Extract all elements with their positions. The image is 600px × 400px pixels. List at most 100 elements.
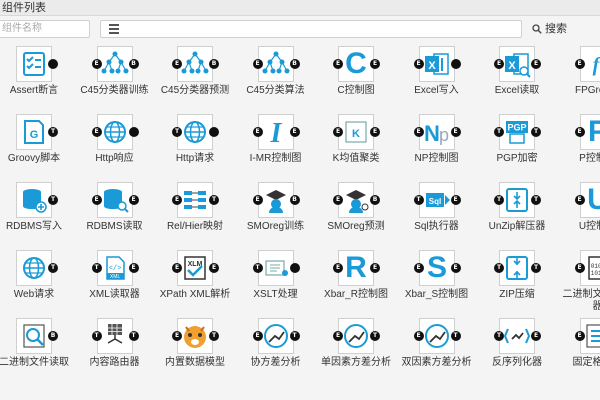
component-item[interactable]: Np E E NP控制图 bbox=[399, 114, 479, 184]
np-icon[interactable]: Np bbox=[418, 114, 455, 150]
input-port-icon[interactable]: E bbox=[172, 263, 182, 273]
tiger-icon[interactable] bbox=[177, 318, 213, 354]
xml-file-icon[interactable]: </> XML bbox=[96, 250, 133, 286]
globe-icon[interactable] bbox=[177, 114, 213, 150]
output-port-icon[interactable] bbox=[48, 59, 58, 69]
input-port-icon[interactable]: E bbox=[91, 127, 102, 137]
output-port-icon[interactable]: B bbox=[289, 59, 300, 69]
input-port-icon[interactable]: E bbox=[574, 59, 585, 69]
output-port-icon[interactable]: E bbox=[289, 127, 300, 137]
output-port-icon[interactable]: T bbox=[531, 127, 541, 137]
output-port-icon[interactable]: T bbox=[531, 195, 541, 205]
component-item[interactable]: E B SMOreg预测 bbox=[318, 182, 398, 252]
component-item[interactable]: R E E Xbar_R控制图 bbox=[318, 250, 398, 320]
component-item[interactable]: T T UnZip解压器 bbox=[479, 182, 559, 252]
input-port-icon[interactable]: E bbox=[494, 59, 504, 69]
tree-icon[interactable] bbox=[257, 46, 294, 82]
component-item[interactable]: T XSLT处理 bbox=[238, 250, 318, 320]
input-port-icon[interactable]: E bbox=[252, 59, 263, 69]
output-port-icon[interactable]: T bbox=[48, 263, 58, 273]
component-item[interactable]: T T 内容路由器 bbox=[77, 318, 157, 388]
output-port-icon[interactable] bbox=[128, 127, 139, 137]
input-port-icon[interactable]: E bbox=[252, 331, 263, 341]
component-item[interactable]: E B C45分类器训练 bbox=[77, 46, 157, 116]
component-item[interactable]: I E E I-MR控制图 bbox=[238, 114, 318, 184]
mapping-icon[interactable] bbox=[177, 182, 213, 218]
component-item[interactable]: E B C45分类器预测 bbox=[157, 46, 237, 116]
component-item[interactable]: E T 协方差分析 bbox=[238, 318, 318, 388]
output-port-icon[interactable]: B bbox=[209, 59, 219, 69]
letter-c-icon[interactable]: C bbox=[338, 46, 374, 82]
output-port-icon[interactable]: E bbox=[370, 263, 380, 273]
output-port-icon[interactable]: T bbox=[48, 195, 58, 205]
input-port-icon[interactable]: E bbox=[91, 59, 102, 69]
checklist-icon[interactable] bbox=[16, 46, 52, 82]
tree-icon[interactable] bbox=[96, 46, 133, 82]
component-item[interactable]: X E E Excel读取 bbox=[479, 46, 559, 116]
component-item[interactable]: </> XML T E XML读取器 bbox=[77, 250, 157, 320]
component-item[interactable]: E T Rel/Hier映射 bbox=[157, 182, 237, 252]
input-port-icon[interactable]: T bbox=[494, 195, 504, 205]
component-item[interactable]: T E 反序列化器 bbox=[479, 318, 559, 388]
filter-input[interactable] bbox=[100, 20, 522, 38]
output-port-icon[interactable]: E bbox=[370, 127, 380, 137]
xslt-icon[interactable] bbox=[257, 250, 294, 286]
input-port-icon[interactable]: E bbox=[252, 127, 263, 137]
letter-r-icon[interactable]: R bbox=[338, 250, 374, 286]
excel-write-icon[interactable]: X bbox=[418, 46, 455, 82]
output-port-icon[interactable]: E bbox=[450, 195, 461, 205]
component-item[interactable]: E T 内置数据模型 bbox=[157, 318, 237, 388]
output-port-icon[interactable]: T bbox=[48, 127, 58, 137]
component-item[interactable]: E T 双因素方差分析 bbox=[399, 318, 479, 388]
output-port-icon[interactable]: T bbox=[289, 331, 300, 341]
component-item[interactable]: E B SMOreg训练 bbox=[238, 182, 318, 252]
sql-icon[interactable]: Sql bbox=[418, 182, 455, 218]
tree-icon[interactable] bbox=[177, 46, 213, 82]
input-port-icon[interactable]: T bbox=[91, 263, 102, 273]
menu-icon[interactable] bbox=[109, 24, 119, 34]
input-port-icon[interactable]: E bbox=[413, 127, 424, 137]
output-port-icon[interactable]: B bbox=[128, 59, 139, 69]
smoreg-train-icon[interactable] bbox=[257, 182, 294, 218]
component-item[interactable]: T Web请求 bbox=[0, 250, 76, 320]
input-port-icon[interactable]: E bbox=[574, 263, 585, 273]
input-port-icon[interactable]: E bbox=[172, 59, 182, 69]
output-port-icon[interactable]: T bbox=[450, 331, 461, 341]
anova-two-icon[interactable] bbox=[418, 318, 455, 354]
cluster-icon[interactable]: K bbox=[338, 114, 374, 150]
smoreg-predict-icon[interactable] bbox=[338, 182, 374, 218]
output-port-icon[interactable]: E bbox=[450, 127, 461, 137]
db-write-icon[interactable] bbox=[16, 182, 52, 218]
component-item[interactable]: E T 单因素方差分析 bbox=[318, 318, 398, 388]
globe-icon[interactable] bbox=[16, 250, 52, 286]
input-port-icon[interactable]: E bbox=[413, 263, 424, 273]
xpath-icon[interactable]: XLM bbox=[177, 250, 213, 286]
output-port-icon[interactable]: E bbox=[370, 59, 380, 69]
output-port-icon[interactable]: E bbox=[450, 263, 461, 273]
input-port-icon[interactable]: E bbox=[333, 263, 343, 273]
groovy-icon[interactable]: G bbox=[16, 114, 52, 150]
component-item[interactable]: ET固定格式化 bbox=[560, 318, 600, 388]
input-port-icon[interactable]: T bbox=[172, 127, 182, 137]
output-port-icon[interactable]: T bbox=[128, 331, 139, 341]
output-port-icon[interactable]: T bbox=[209, 331, 219, 341]
component-item[interactable]: S E E Xbar_S控制图 bbox=[399, 250, 479, 320]
input-port-icon[interactable]: E bbox=[172, 195, 182, 205]
db-read-icon[interactable] bbox=[96, 182, 133, 218]
component-item[interactable]: E E RDBMS读取 bbox=[77, 182, 157, 252]
output-port-icon[interactable]: E bbox=[128, 195, 139, 205]
letter-i-icon[interactable]: I bbox=[257, 114, 294, 150]
input-port-icon[interactable]: E bbox=[172, 331, 182, 341]
input-port-icon[interactable]: E bbox=[333, 127, 343, 137]
zip-icon[interactable] bbox=[499, 250, 535, 286]
excel-read-icon[interactable]: X bbox=[499, 46, 535, 82]
input-port-icon[interactable]: E bbox=[333, 59, 343, 69]
component-item[interactable]: T Http请求 bbox=[157, 114, 237, 184]
component-item[interactable]: PEEP控制图 bbox=[560, 114, 600, 184]
component-item[interactable]: XLM E E XPath XML解析 bbox=[157, 250, 237, 320]
component-item[interactable]: E Http响应 bbox=[77, 114, 157, 184]
output-port-icon[interactable]: T bbox=[370, 331, 380, 341]
input-port-icon[interactable]: E bbox=[333, 195, 343, 205]
output-port-icon[interactable]: E bbox=[531, 59, 541, 69]
input-port-icon[interactable]: T bbox=[494, 331, 504, 341]
